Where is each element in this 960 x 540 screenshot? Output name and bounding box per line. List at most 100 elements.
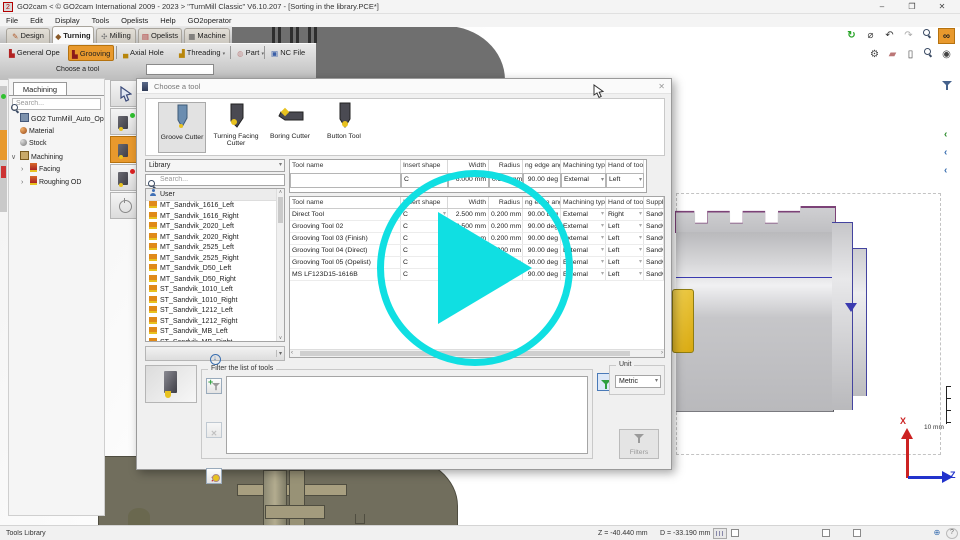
- table-cell[interactable]: Sandvik: [644, 221, 664, 232]
- panel-collapse-button[interactable]: ‹: [944, 146, 957, 161]
- tool-type-turning-facing-cutter[interactable]: Turning Facing Cutter: [212, 102, 260, 153]
- table-cell[interactable]: Sandvik: [644, 257, 664, 268]
- table-cell[interactable]: Left: [606, 269, 644, 280]
- part-button[interactable]: ◍ Part ▾: [234, 45, 267, 61]
- scroll-right-icon[interactable]: ›: [661, 350, 663, 356]
- probe-icon[interactable]: ⚙: [866, 47, 883, 63]
- library-scrollbar[interactable]: ∧∨: [276, 189, 284, 341]
- table-cell[interactable]: Sandvik: [644, 245, 664, 256]
- general-ope-button[interactable]: ▙ General Ope: [6, 45, 63, 61]
- table-cell[interactable]: Sandvik: [644, 233, 664, 244]
- undo-icon[interactable]: ↶: [881, 28, 898, 44]
- menu-item[interactable]: File: [0, 14, 24, 25]
- measure-icon[interactable]: ⌀: [862, 28, 879, 44]
- tree-item[interactable]: ›Roughing OD: [11, 176, 104, 189]
- tab-opelists[interactable]: ▤ Opelists: [138, 28, 182, 43]
- view-checkbox[interactable]: [731, 529, 739, 537]
- filter-value-cell[interactable]: [290, 173, 401, 188]
- table-cell[interactable]: Left: [606, 221, 644, 232]
- table-cell[interactable]: Direct Tool: [290, 209, 401, 220]
- table-column-header[interactable]: Supplier: [644, 197, 664, 208]
- help-button[interactable]: ?: [946, 528, 958, 539]
- library-item[interactable]: MT_Sandvik_1616_Right: [146, 212, 278, 223]
- video-play-icon[interactable]: [438, 212, 532, 324]
- table-cell[interactable]: External: [561, 209, 606, 220]
- minimize-button[interactable]: –: [872, 0, 892, 14]
- library-item[interactable]: MT_Sandvik_D50_Right: [146, 275, 278, 286]
- glasses-icon[interactable]: ∞: [938, 28, 955, 44]
- table-cell[interactable]: Left: [606, 245, 644, 256]
- remove-filter-button[interactable]: ✕: [206, 422, 222, 438]
- library-search-input[interactable]: Search...: [145, 174, 285, 186]
- table-column-header[interactable]: Hand of tool: [606, 197, 644, 208]
- library-item[interactable]: MT_Sandvik_1616_Left: [146, 201, 278, 212]
- tab-machine[interactable]: ▦ Machine: [184, 28, 230, 43]
- globe-button[interactable]: ⊕: [931, 528, 943, 539]
- tab-design[interactable]: ✎ Design: [6, 28, 50, 43]
- dialog-close-icon[interactable]: ✕: [658, 82, 665, 91]
- tab-milling[interactable]: ✣ Milling: [96, 28, 136, 43]
- grooving-button[interactable]: ▙ Grooving: [68, 45, 114, 61]
- table-cell[interactable]: Sandvik: [644, 209, 664, 220]
- eraser-icon[interactable]: ▰: [884, 47, 901, 63]
- tree-item[interactable]: ›Facing: [11, 163, 104, 176]
- grid-toggle-button[interactable]: [713, 528, 727, 539]
- chevron-down-icon[interactable]: ▾: [276, 350, 282, 357]
- tool-type-boring-cutter[interactable]: Boring Cutter: [266, 102, 314, 153]
- filter-value-cell[interactable]: External: [561, 173, 606, 188]
- library-item[interactable]: MT_Sandvik_2525_Right: [146, 254, 278, 265]
- zoom-icon[interactable]: [919, 28, 936, 44]
- tree-item[interactable]: Stock: [11, 138, 104, 151]
- library-item[interactable]: ST_Sandvik_1212_Right: [146, 317, 278, 328]
- table-column-header[interactable]: Machining typ: [561, 197, 606, 208]
- tree-item[interactable]: GO2 TurnMill_Auto_Ope: [11, 113, 104, 126]
- panel-collapse-button[interactable]: ‹: [944, 164, 957, 179]
- zoom-window-icon[interactable]: [920, 47, 937, 63]
- prompt-input[interactable]: [146, 64, 214, 75]
- delete-icon[interactable]: ▯: [902, 47, 919, 63]
- library-item[interactable]: ST_Sandvik_1010_Right: [146, 296, 278, 307]
- table-cell[interactable]: Left: [606, 233, 644, 244]
- library-item[interactable]: ST_Sandvik_1010_Left: [146, 285, 278, 296]
- library-item[interactable]: MT_Sandvik_2020_Left: [146, 222, 278, 233]
- tab-turning[interactable]: ◆ Turning: [52, 26, 94, 43]
- library-item[interactable]: MT_Sandvik_2525_Left: [146, 243, 278, 254]
- sync-icon[interactable]: ↻: [843, 28, 860, 44]
- tab-machining-panel[interactable]: Machining: [13, 82, 67, 95]
- axial-hole-button[interactable]: ▄ Axial Hole: [120, 45, 167, 61]
- table-cell[interactable]: Right: [606, 209, 644, 220]
- tool-type-button-tool[interactable]: Button Tool: [320, 102, 368, 153]
- library-item[interactable]: MT_Sandvik_2020_Right: [146, 233, 278, 244]
- layer-checkbox[interactable]: [853, 529, 861, 537]
- library-item[interactable]: ST_Sandvik_MB_Left: [146, 327, 278, 338]
- menu-item[interactable]: Display: [49, 14, 86, 25]
- menu-item[interactable]: Edit: [24, 14, 49, 25]
- tree-search-input[interactable]: Search...: [12, 98, 101, 110]
- active-filters-list[interactable]: [226, 376, 588, 454]
- tree-item[interactable]: ∨Machining: [11, 151, 104, 164]
- library-import-bar[interactable]: ↓ ▾: [145, 346, 285, 361]
- redo-icon[interactable]: ↷: [900, 28, 917, 44]
- library-item[interactable]: MT_Sandvik_D50_Left: [146, 264, 278, 275]
- close-button[interactable]: ✕: [932, 0, 952, 14]
- table-cell[interactable]: External: [561, 221, 606, 232]
- menu-item[interactable]: Tools: [86, 14, 116, 25]
- filter-value-cell[interactable]: Left: [606, 173, 644, 188]
- menu-item[interactable]: Help: [154, 14, 181, 25]
- table-cell[interactable]: Sandvik: [644, 269, 664, 280]
- library-list-header[interactable]: User: [146, 189, 284, 201]
- table-cell[interactable]: Left: [606, 257, 644, 268]
- nc-file-button[interactable]: ▣ NC File: [268, 45, 308, 61]
- tool-type-groove-cutter[interactable]: Groove Cutter: [158, 102, 206, 153]
- clear-filters-button[interactable]: ✕: [206, 468, 222, 484]
- table-column-header[interactable]: Tool name: [290, 197, 401, 208]
- library-select[interactable]: Library▾: [145, 159, 285, 172]
- tree-item[interactable]: Material: [11, 126, 104, 139]
- library-item[interactable]: ST_Sandvik_MB_Right: [146, 338, 278, 343]
- unit-select[interactable]: Metric▾: [615, 375, 661, 388]
- threading-button[interactable]: ▟ Threading ▾: [176, 45, 228, 61]
- library-item[interactable]: ST_Sandvik_1212_Left: [146, 306, 278, 317]
- color-checkbox[interactable]: [822, 529, 830, 537]
- maximize-button[interactable]: ❐: [902, 0, 922, 14]
- scroll-left-icon[interactable]: ‹: [291, 350, 293, 356]
